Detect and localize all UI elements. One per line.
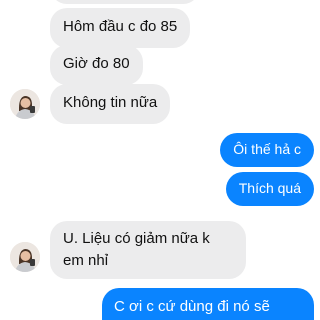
message-text-line: em nhỉ (63, 252, 109, 269)
message-text: Giờ đo 80 (63, 55, 130, 72)
outgoing-message[interactable]: Thích quá (225, 172, 314, 206)
message-text: C ơi c cứ dùng đi nó sẽ (114, 298, 270, 315)
message-text: Hôm đầu c đo 85 (63, 18, 178, 35)
message-text: Thích quá (238, 180, 301, 196)
outgoing-message[interactable]: Ôi thế hả c (220, 133, 314, 167)
outgoing-message[interactable]: C ơi c cứ dùng đi nó sẽ (102, 288, 314, 320)
incoming-message[interactable]: U. Liệu có giảm nữa k em nhỉ (50, 221, 246, 279)
incoming-message[interactable]: Giờ đo 80 (50, 45, 143, 85)
incoming-message[interactable]: Không tin nữa (50, 84, 171, 124)
message-text: Ôi thế hả c (233, 141, 301, 157)
user-avatar-icon[interactable] (10, 89, 40, 119)
message-text-line: U. Liệu có giảm nữa k (63, 230, 210, 247)
incoming-message-partial (50, 0, 200, 4)
chat-thread: Hôm đầu c đo 85 Giờ đo 80 Không tin nữa … (0, 0, 320, 320)
user-avatar-icon[interactable] (10, 242, 40, 272)
message-text: Không tin nữa (63, 94, 158, 111)
incoming-message[interactable]: Hôm đầu c đo 85 (50, 8, 191, 48)
